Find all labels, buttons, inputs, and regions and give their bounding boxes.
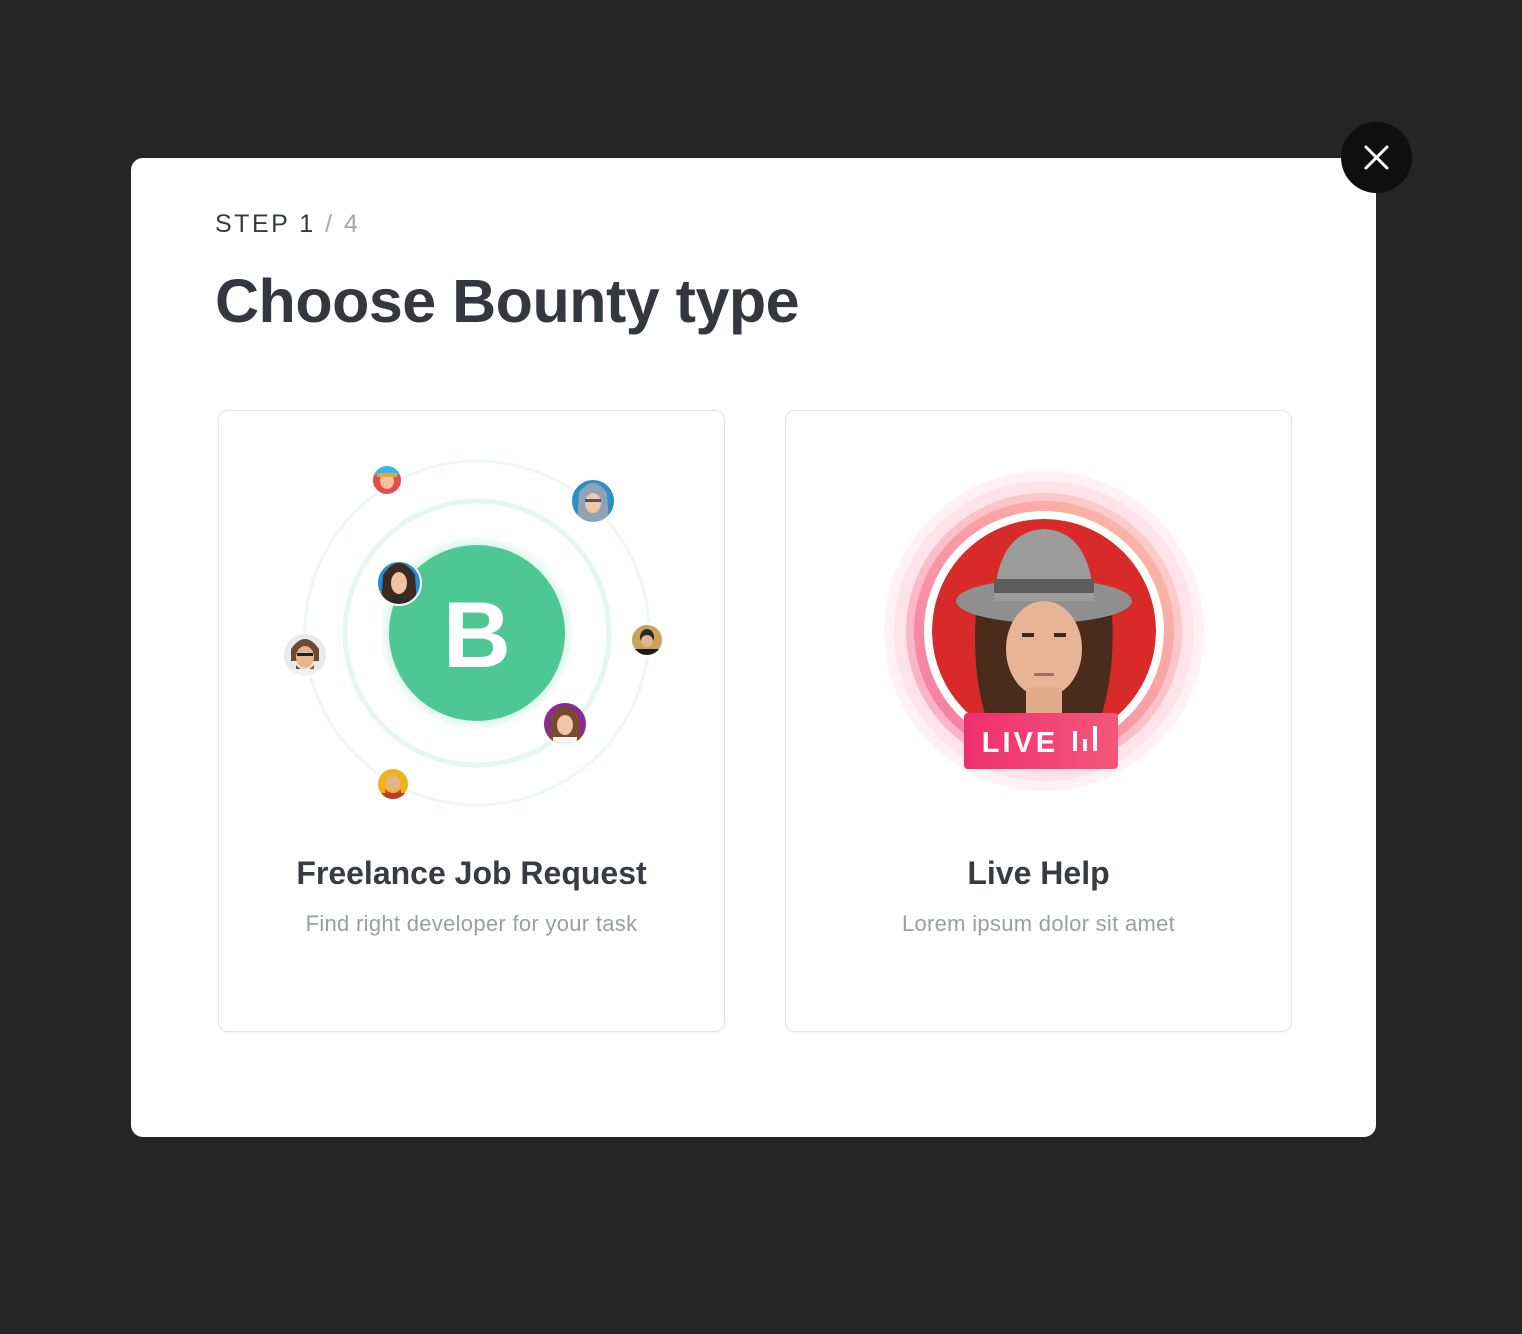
- bounty-type-dialog: STEP 1 / 4 Choose Bounty type B Freelanc…: [131, 158, 1376, 1137]
- close-icon: [1364, 145, 1389, 170]
- logo-letter: B: [443, 582, 511, 687]
- card-description: Lorem ipsum dolor sit amet: [901, 911, 1176, 936]
- live-badge-label: LIVE: [982, 727, 1058, 759]
- step-current: STEP 1: [215, 210, 316, 238]
- live-help-card[interactable]: LIVE Live Help Lorem ipsum dolor sit ame…: [785, 410, 1292, 1032]
- dialog-title: Choose Bounty type: [215, 267, 800, 335]
- freelance-job-request-card[interactable]: B Freelance Job Request Find right devel…: [218, 410, 725, 1032]
- card-title: Freelance Job Request: [296, 855, 647, 891]
- close-button[interactable]: [1341, 122, 1412, 193]
- card-title: Live Help: [967, 855, 1110, 891]
- live-illustration: LIVE: [884, 471, 1204, 791]
- step-indicator: STEP 1 / 4: [215, 210, 360, 239]
- avatar: [372, 465, 402, 495]
- step-total: / 4: [315, 210, 361, 238]
- network-illustration: B: [282, 459, 664, 807]
- card-description: Find right developer for your task: [305, 911, 638, 936]
